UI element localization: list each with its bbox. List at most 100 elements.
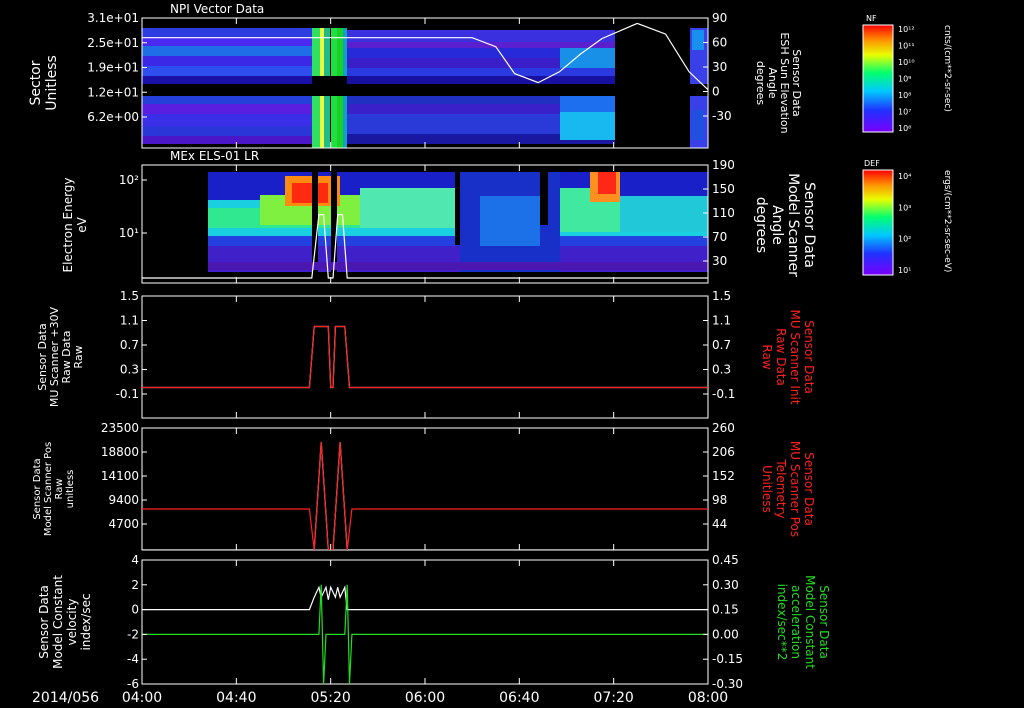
npi-ytick-label: 1.9e+01 <box>87 61 139 75</box>
mu-pos-lines <box>142 441 708 550</box>
vel-y2tick-label: 0.45 <box>712 553 739 567</box>
mu-vel-frame <box>141 559 709 685</box>
pos-y2label-2: MU Scanner Pos <box>788 441 802 537</box>
raw-y2label-4: Raw <box>760 344 774 369</box>
els-colorbar-ticks: 10⁴ 10³ 10² 10¹ <box>898 172 911 275</box>
pos-y2tick-label: 98 <box>712 493 727 507</box>
raw-y2tick-label: 0.3 <box>712 363 731 377</box>
x-tick-label: 07:20 <box>593 690 633 706</box>
vel-ylabel-3: velocity <box>65 599 79 646</box>
panel-title-els: MEx ELS-01 LR <box>170 149 259 163</box>
vel-ylabel-4: index/sec <box>79 593 93 650</box>
x-tick-label: 08:00 <box>688 690 728 706</box>
vel-y2label-3: acceleration <box>789 585 803 659</box>
panel-npi: NPI Vector Data 3.1e+012.5e+011.9e+011.2… <box>28 2 952 149</box>
npi-ytick-label: 2.5e+01 <box>87 36 139 50</box>
raw-y2tick-label: -0.1 <box>712 387 735 401</box>
npi-ytick-label: 3.1e+01 <box>87 11 139 25</box>
npi-y2tick-label: 90 <box>712 11 727 25</box>
npi-colorbar-tick: 10⁷ <box>898 108 911 117</box>
els-y2label-2: Model Scanner <box>785 173 801 277</box>
npi-y2tick-label: 30 <box>712 60 727 74</box>
npi-ytick-label: 1.2e+01 <box>87 85 139 99</box>
pos-ylabel-2: Model Scanner Pos <box>43 442 54 536</box>
vel-y2tick-label: -0.15 <box>712 652 743 666</box>
els-ytick-label: 10¹ <box>119 226 139 240</box>
npi-colorbar-tick: 10⁹ <box>898 75 911 84</box>
els-colorbar-tick: 10³ <box>898 203 911 212</box>
raw-y2label-3: Raw Data <box>774 328 788 386</box>
pos-y2label-4: Unitless <box>760 465 774 513</box>
mu-scanner-30v-line <box>142 325 708 389</box>
vel-y2label-4: index/sec**2 <box>775 584 789 661</box>
mu-pos-frame <box>141 427 709 551</box>
panel-title-npi: NPI Vector Data <box>170 2 264 16</box>
pos-ylabel-3: Raw <box>54 478 65 499</box>
mu-scanner-init-line <box>142 325 708 389</box>
npi-colorbar-unit: cnts/(cm**2-sr-sec) <box>942 25 952 112</box>
els-ylabel-1: Electron Energy <box>61 177 75 272</box>
npi-y2label-4: degrees <box>754 61 767 106</box>
vel-ylabel-1: Sensor Data <box>37 585 51 659</box>
els-y2tick-label: 30 <box>712 254 727 268</box>
npi-colorbar-ticks: 10¹² 10¹¹ 10¹⁰ 10⁹ 10⁸ 10⁷ 10⁶ <box>898 25 915 133</box>
pos-ytick-label: 9400 <box>108 493 139 507</box>
els-ytick-label: 10² <box>119 173 139 187</box>
npi-y2tick-label: 0 <box>712 85 720 99</box>
vel-y2tick-label: 0.30 <box>712 578 739 592</box>
npi-y-ticks: 3.1e+01 2.5e+01 1.9e+01 1.2e+01 6.2e+00 <box>87 11 147 124</box>
npi-colorbar-label: NF <box>866 14 877 23</box>
els-colorbar-unit: ergs/(cm**2-sr-sec-eV) <box>942 170 952 272</box>
pos-y2tick-label: 260 <box>712 421 735 435</box>
npi-colorbar-tick: 10⁶ <box>898 124 911 133</box>
raw-y2label-2: MU Scanner Init <box>788 309 802 404</box>
vel-y2tick-label: 0.15 <box>712 603 739 617</box>
model-constant-acceleration-line <box>142 584 708 684</box>
vel-ytick-label: -2 <box>127 627 139 641</box>
npi-colorbar-tick: 10⁸ <box>898 91 911 100</box>
els-y2tick-label: 70 <box>712 230 727 244</box>
els-heatmap <box>142 165 708 283</box>
npi-ylabel-2: Unitless <box>44 55 60 111</box>
x-tick-label: 04:00 <box>122 690 162 706</box>
mu-vel-y-ticks: 4 2 0 -2 -4 -6 <box>127 553 147 691</box>
els-colorbar-tick: 10² <box>898 235 911 244</box>
raw-y2label-1: Sensor Data <box>802 320 816 394</box>
els-colorbar-label: DEF <box>864 159 880 168</box>
els-y2label-4: degrees <box>753 197 769 253</box>
pos-y2label-1: Sensor Data <box>802 452 816 526</box>
els-y2label-3: Angle <box>769 205 785 245</box>
els-y2tick-label: 190 <box>712 158 735 172</box>
mu-scanner-pos-telemetry-line <box>142 441 708 550</box>
els-y2tick-label: 150 <box>712 182 735 196</box>
pos-y2tick-label: 152 <box>712 469 735 483</box>
pos-y2tick-label: 206 <box>712 445 735 459</box>
panel-mu-pos: 23500 18800 14100 9400 4700 260 206 152 98 44 Se… <box>32 421 816 551</box>
raw-ytick-label: 0.7 <box>120 338 139 352</box>
npi-y2tick-label: 60 <box>712 36 727 50</box>
raw-y2tick-label: 1.1 <box>712 314 731 328</box>
pos-ylabel-1: Sensor Data <box>32 458 43 519</box>
mu-raw-lines <box>142 325 708 389</box>
npi-ytick-label: 6.2e+00 <box>87 110 139 124</box>
els-colorbar-tick: 10¹ <box>898 266 911 275</box>
pos-y2label-3: Telemetry <box>774 458 788 518</box>
pos-y2tick-label: 44 <box>712 517 727 531</box>
pos-ytick-label: 23500 <box>101 421 139 435</box>
raw-ytick-label: -0.1 <box>116 387 139 401</box>
npi-ylabel-1: Sector <box>28 60 44 105</box>
vel-ytick-label: -4 <box>127 652 139 666</box>
model-constant-velocity-line <box>142 585 708 611</box>
date-label: 2014/056 <box>32 690 99 706</box>
vel-ytick-label: 2 <box>131 578 139 592</box>
x-tick-label: 06:00 <box>405 690 445 706</box>
vel-ytick-label: -6 <box>127 677 139 691</box>
els-colorbar-tick: 10⁴ <box>898 172 911 181</box>
x-tick-label: 04:40 <box>216 690 256 706</box>
pos-ytick-label: 18800 <box>101 445 139 459</box>
mu-vel-y2-ticks: 0.45 0.30 0.15 0.00 -0.15 -0.30 <box>703 553 743 691</box>
mu-raw-frame <box>141 295 709 419</box>
mu-pos-y-ticks: 23500 18800 14100 9400 4700 <box>101 421 147 531</box>
panel-mu-raw: 1.5 1.1 0.7 0.3 -0.1 1.5 1.1 0.7 0.3 -0.1 Sensor… <box>36 289 816 419</box>
model-scanner-pos-line <box>142 441 708 550</box>
